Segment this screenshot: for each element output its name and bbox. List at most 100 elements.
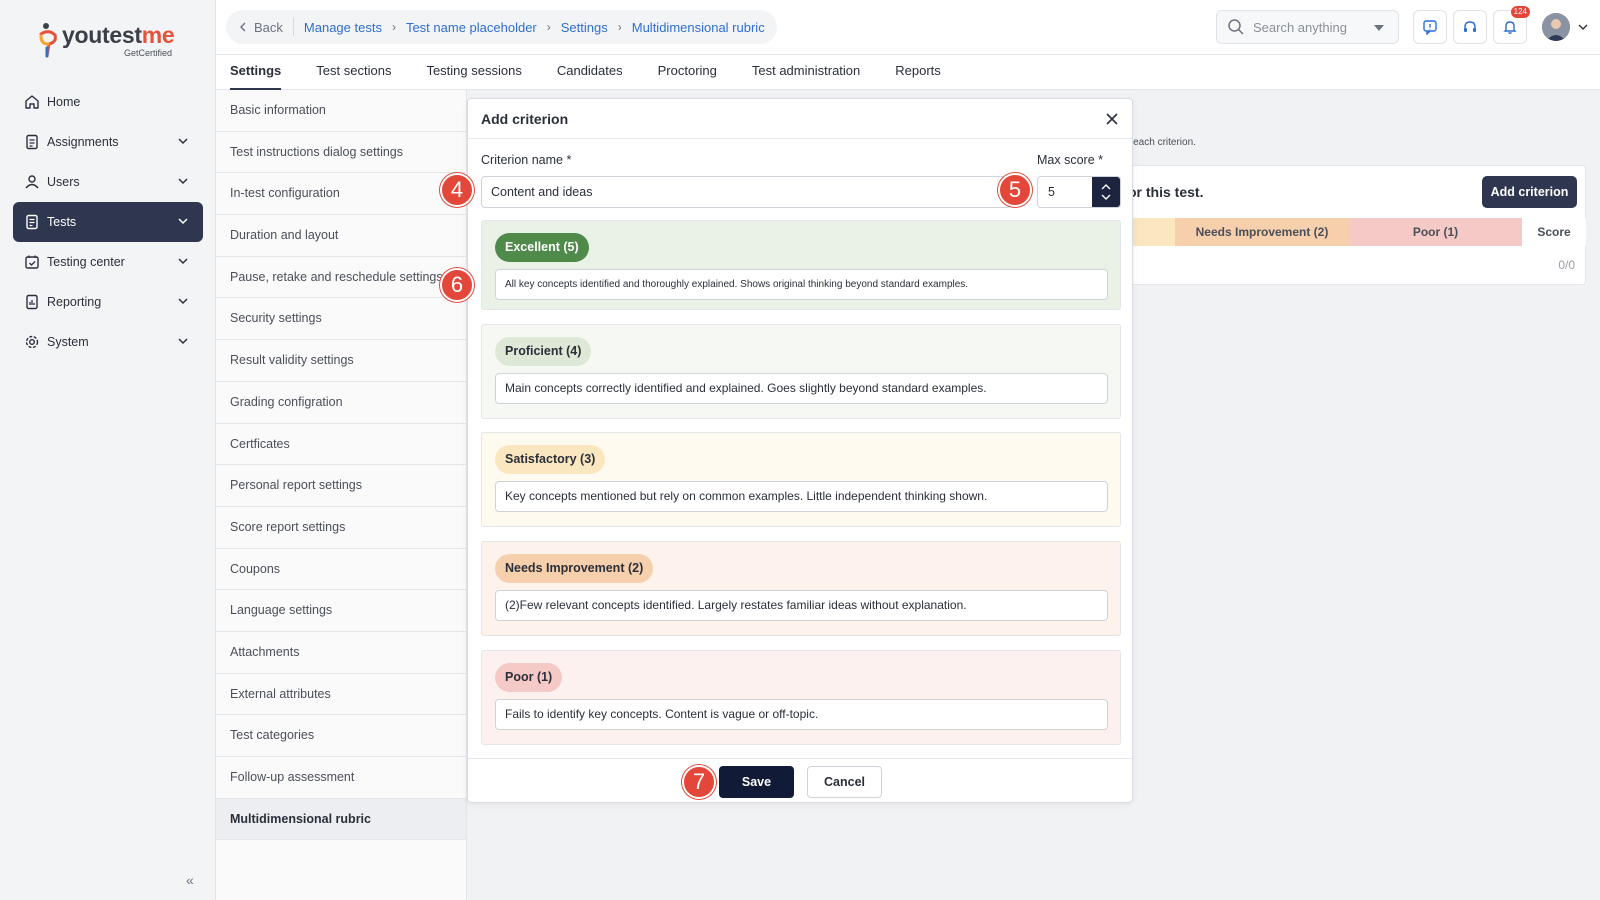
settings-item[interactable]: Language settings [216,590,466,632]
chat-help-icon [1423,20,1437,35]
rubric-col-needs-improvement: Needs Improvement (2) [1175,218,1349,246]
breadcrumb-multidimensional-rubric[interactable]: Multidimensional rubric [632,20,765,35]
back-label: Back [254,19,283,35]
settings-item[interactable]: Pause, retake and reschedule settings [216,257,466,299]
assignment-icon [23,133,41,151]
chevron-down-icon [177,255,189,267]
report-icon [23,293,41,311]
tab-settings[interactable]: Settings [230,55,282,90]
logo-icon [38,22,60,58]
settings-item[interactable]: Test categories [216,715,466,757]
max-score-value[interactable]: 5 [1038,177,1092,207]
avatar[interactable] [1542,13,1570,41]
level-description-input[interactable]: Main concepts correctly identified and e… [495,373,1108,404]
level-description-input[interactable]: (2)Few relevant concepts identified. Lar… [495,590,1108,621]
level-excellent: Excellent (5) All key concepts identifie… [481,220,1121,310]
settings-item[interactable]: Coupons [216,549,466,591]
nav-item-assignments[interactable]: Assignments [13,122,203,162]
rubric-score: 0/0 [1558,258,1575,272]
level-badge: Proficient (4) [495,337,592,366]
settings-item[interactable]: External attributes [216,674,466,716]
level-badge: Excellent (5) [495,233,589,262]
save-button[interactable]: Save [719,766,794,798]
notification-badge: 124 [1510,6,1530,18]
level-badge: Satisfactory (3) [495,445,606,474]
nav-label: System [47,335,89,349]
rubric-col-satisfactory [1128,218,1175,246]
settings-item[interactable]: Duration and layout [216,215,466,257]
nav-item-home[interactable]: Home [13,82,203,122]
step-marker-6: 6 [440,268,474,302]
chevron-down-icon [1101,194,1111,200]
dialog-footer: Save Cancel [468,758,1132,803]
rubric-card-title: or this test. [1128,184,1204,200]
chevron-right-icon: › [546,20,551,34]
tab-test-sections[interactable]: Test sections [316,55,391,90]
settings-item[interactable]: In-test configuration [216,173,466,216]
app-sidebar: youtestme GetCertified Home Assignments … [0,0,216,900]
chevron-left-icon [240,22,246,32]
logo[interactable]: youtestme GetCertified [38,22,175,58]
level-description-input[interactable]: All key concepts identified and thorough… [495,269,1108,300]
tab-testing-sessions[interactable]: Testing sessions [426,55,521,90]
tab-proctoring[interactable]: Proctoring [658,55,717,90]
close-icon[interactable] [1102,109,1122,129]
settings-item[interactable]: Score report settings [216,507,466,549]
settings-item-multidimensional-rubric[interactable]: Multidimensional rubric [216,798,466,841]
settings-item[interactable]: Security settings [216,298,466,341]
breadcrumb: Back Manage tests › Test name placeholde… [226,10,777,44]
level-description-input[interactable]: Key concepts mentioned but rely on commo… [495,481,1108,512]
back-button[interactable]: Back [238,20,283,35]
nav-label: Users [47,175,80,189]
chevron-right-icon: › [391,20,396,34]
tab-test-administration[interactable]: Test administration [752,55,860,90]
level-proficient: Proficient (4) Main concepts correctly i… [481,324,1121,419]
logo-tagline: GetCertified [124,48,173,58]
search-placeholder: Search anything [1253,19,1347,35]
nav-item-users[interactable]: Users [13,162,203,202]
tab-candidates[interactable]: Candidates [557,55,623,90]
level-badge: Poor (1) [495,663,563,692]
settings-item[interactable]: Certficates [216,424,466,466]
add-criterion-button[interactable]: Add criterion [1482,176,1577,208]
step-marker-4: 4 [440,173,474,207]
rubric-col-score: Score [1522,218,1586,246]
dialog-header: Add criterion [468,99,1132,139]
notifications-button[interactable]: 124 [1493,6,1530,44]
settings-item[interactable]: Test instructions dialog settings [216,132,466,174]
level-description-input[interactable]: Fails to identify key concepts. Content … [495,699,1108,730]
nav-item-system[interactable]: System [13,322,203,362]
settings-item[interactable]: Basic information [216,90,466,132]
nav-item-testing-center[interactable]: Testing center [13,242,203,282]
settings-item[interactable]: Personal report settings [216,465,466,507]
nav-item-reporting[interactable]: Reporting [13,282,203,322]
settings-item[interactable]: Grading configration [216,382,466,424]
search-input[interactable]: Search anything [1216,10,1399,44]
home-icon [23,93,41,111]
breadcrumb-manage-tests[interactable]: Manage tests [304,20,382,35]
dialog-title: Add criterion [481,110,569,127]
rubric-header-row: Needs Improvement (2) Poor (1) Score [1128,218,1586,246]
add-criterion-dialog: Add criterion Criterion name * Max score… [467,98,1133,803]
max-score-stepper[interactable] [1092,177,1120,207]
criterion-name-label: Criterion name * [481,153,572,167]
support-button[interactable] [1453,10,1487,44]
level-badge: Needs Improvement (2) [495,554,654,583]
breadcrumb-test-name[interactable]: Test name placeholder [406,20,537,35]
settings-item[interactable]: Follow-up assessment [216,757,466,799]
chevron-down-icon [177,335,189,347]
criterion-name-input[interactable] [481,176,1011,208]
feedback-button[interactable] [1413,10,1447,44]
chevron-right-icon: › [617,20,622,34]
breadcrumb-settings[interactable]: Settings [561,20,608,35]
chevron-down-icon[interactable] [1578,23,1588,31]
cancel-button[interactable]: Cancel [807,766,882,798]
caret-down-icon[interactable] [1374,25,1384,31]
tab-reports[interactable]: Reports [895,55,941,90]
max-score-input[interactable]: 5 [1037,176,1121,208]
collapse-sidebar-icon[interactable]: « [186,872,194,888]
settings-item[interactable]: Attachments [216,632,466,674]
nav-item-tests[interactable]: Tests [13,202,203,242]
settings-item[interactable]: Result validity settings [216,340,466,382]
users-icon [23,173,41,191]
